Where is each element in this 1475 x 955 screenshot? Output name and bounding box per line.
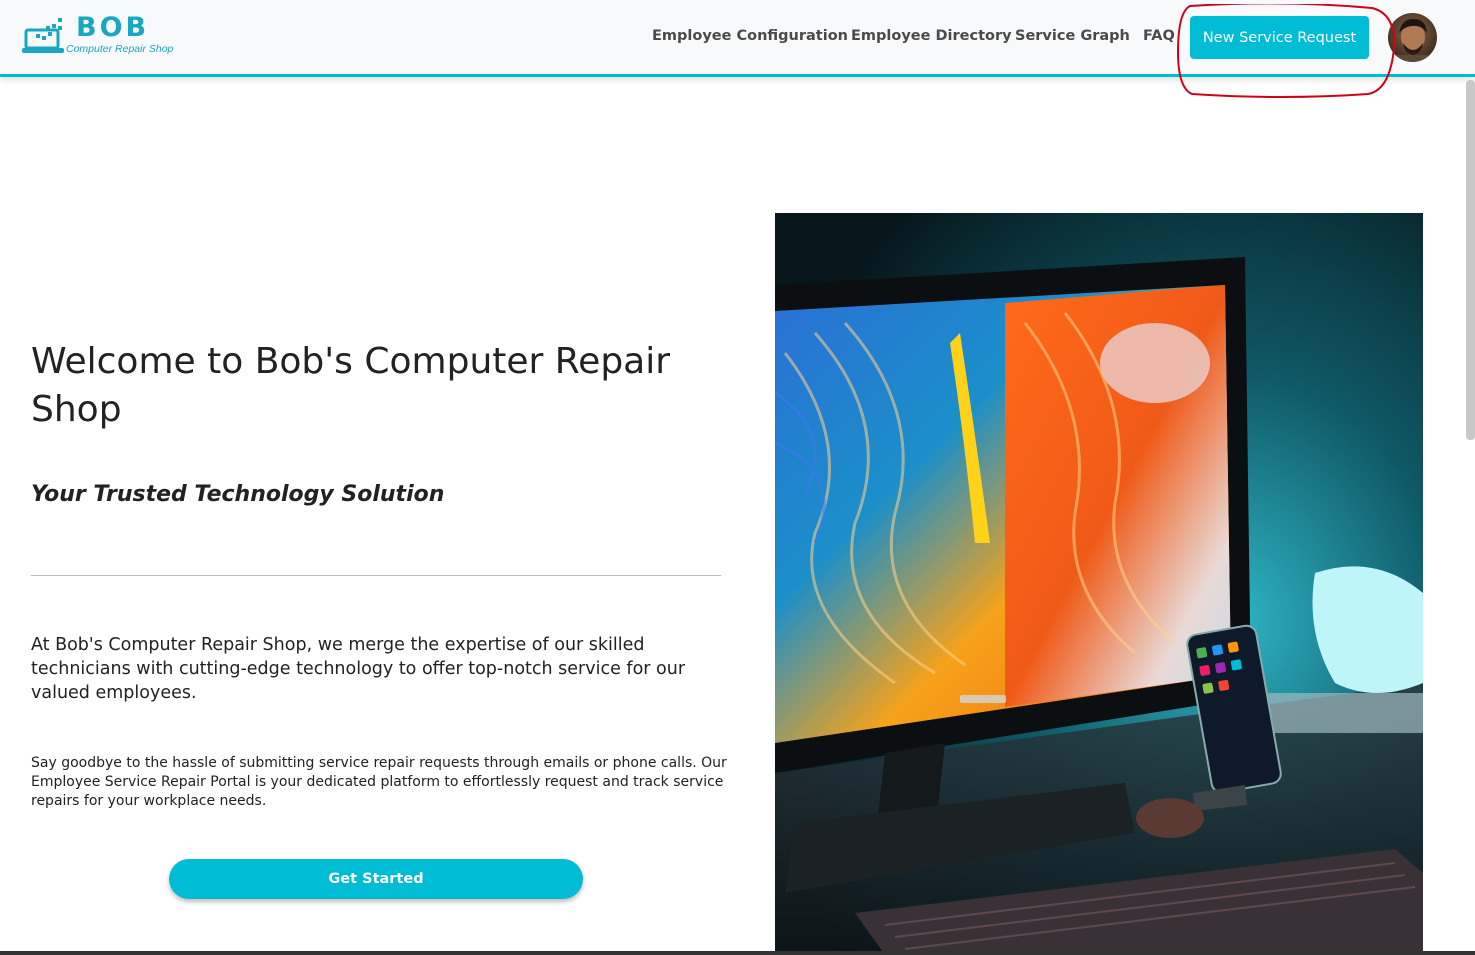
nav-link-faq[interactable]: FAQ: [1143, 28, 1175, 44]
nav-link-employee-directory[interactable]: Employee Directory: [851, 28, 1012, 44]
brand-logo[interactable]: BOB Computer Repair Shop: [22, 12, 182, 58]
hero-image: [775, 213, 1423, 955]
user-avatar[interactable]: [1388, 13, 1437, 62]
page-scrollbar[interactable]: [1466, 80, 1475, 440]
hero-subtitle: Your Trusted Technology Solution: [31, 482, 445, 507]
new-service-request-button[interactable]: New Service Request: [1190, 16, 1369, 59]
hero-intro-text: At Bob's Computer Repair Shop, we merge …: [31, 635, 686, 703]
nav-link-service-graph[interactable]: Service Graph: [1015, 28, 1130, 44]
hero-title: Welcome to Bob's Computer Repair Shop: [31, 341, 671, 430]
divider: [31, 575, 721, 576]
brand-name: BOB: [76, 12, 150, 43]
hero-body-text: Say goodbye to the hassle of submitting …: [31, 755, 727, 809]
laptop-logo-icon: [22, 18, 64, 53]
brand-tagline: Computer Repair Shop: [66, 43, 174, 55]
bottom-edge: [0, 951, 1475, 955]
top-navbar: BOB Computer Repair Shop Employee Config…: [0, 0, 1475, 98]
avatar-photo-icon: [1388, 13, 1437, 62]
desktop-computer-photo-icon: [775, 213, 1423, 955]
nav-link-employee-configuration[interactable]: Employee Configuration: [652, 28, 848, 44]
get-started-button[interactable]: Get Started: [169, 859, 583, 899]
